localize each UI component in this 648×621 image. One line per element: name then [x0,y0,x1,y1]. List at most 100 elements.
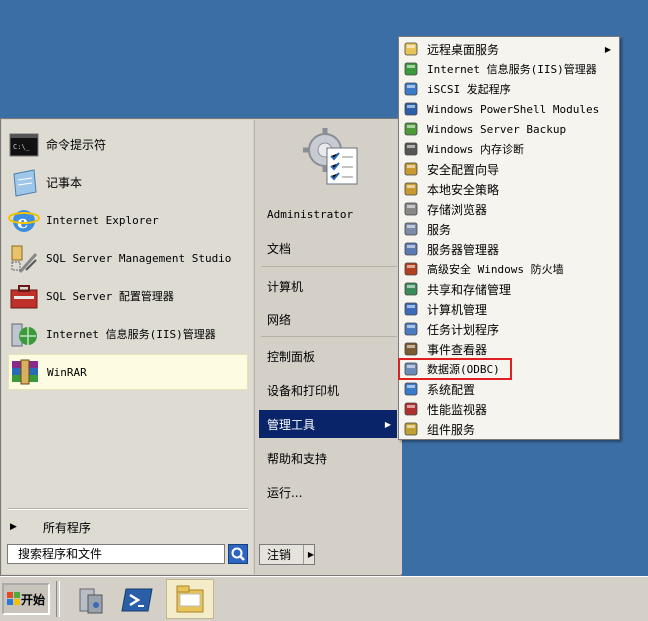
notepad-icon [8,166,40,198]
firewall-icon [403,261,419,277]
performance-monitor-icon [403,401,419,417]
server-manager-taskbar-icon[interactable] [72,581,108,617]
submenu-item[interactable]: 安全配置向导 [401,159,617,179]
submenu-item[interactable]: 数据源(ODBC) [401,359,617,379]
submenu-item[interactable]: iSCSI 发起程序 [401,79,617,99]
submenu-item-label: 任务计划程序 [427,322,500,337]
sql-management-studio-icon [8,242,40,274]
submenu-item-label: 共享和存储管理 [427,282,512,297]
submenu-item[interactable]: 远程桌面服务 ▶ [401,39,617,59]
submenu-item-label: 存储浏览器 [427,202,488,217]
pinned-item-label: Internet 信息服务(IIS)管理器 [46,328,216,341]
all-programs-button[interactable]: ▶ 所有程序 [10,518,240,536]
all-programs-label: 所有程序 [42,520,91,535]
submenu-item[interactable]: Internet 信息服务(IIS)管理器 [401,59,617,79]
submenu-item-label: 本地安全策略 [427,182,500,197]
submenu-item-label: 数据源(ODBC) [427,363,500,376]
search-button[interactable] [228,544,248,564]
place-label: 管理工具 [267,417,316,432]
submenu-item[interactable]: 性能监视器 [401,399,617,419]
triangle-right-icon: ▶ [384,419,391,429]
submenu-item[interactable]: 服务器管理器 [401,239,617,259]
explorer-taskbar-icon[interactable] [166,579,214,619]
folder-icon [403,41,419,57]
pinned-item-label: 命令提示符 [46,137,107,152]
windows-logo-icon [6,592,20,605]
pinned-item-cmd[interactable]: C:\_ 命令提示符 [8,126,248,162]
place-label: 文档 [267,241,292,256]
storage-explorer-icon [403,201,419,217]
submenu-item[interactable]: Windows 内存诊断 [401,139,617,159]
server-manager-icon [403,241,419,257]
submenu-item[interactable]: 本地安全策略 [401,179,617,199]
iis-manager-icon [8,318,40,350]
pinned-item-ssms[interactable]: SQL Server Management Studio [8,240,248,276]
event-viewer-icon [403,341,419,357]
submenu-item-label: 事件查看器 [427,342,488,357]
task-scheduler-icon [403,321,419,337]
logoff-button[interactable]: 注销 ▶ [259,544,315,565]
administrative-tools-picture-icon [299,126,361,188]
submenu-item[interactable]: 共享和存储管理 [401,279,617,299]
local-security-policy-icon [403,181,419,197]
start-menu: C:\_ 命令提示符 记事本 e Internet Explorer SQL S… [0,118,402,576]
taskbar-divider [56,581,60,617]
place-label: Administrator [267,207,354,221]
pinned-item-label: SQL Server Management Studio [46,251,232,265]
place-administrative-tools[interactable]: 管理工具 ▶ [259,410,397,438]
place-help-support[interactable]: 帮助和支持 [259,444,397,472]
place-control-panel[interactable]: 控制面板 [259,342,397,370]
submenu-item-label: 安全配置向导 [427,162,500,177]
iis-icon [403,61,419,77]
place-network[interactable]: 网络 [259,305,397,333]
submenu-item[interactable]: 存储浏览器 [401,199,617,219]
submenu-item-label: 组件服务 [427,422,476,437]
submenu-item-label: iSCSI 发起程序 [427,83,511,96]
place-label: 计算机 [267,279,304,294]
submenu-item-label: 计算机管理 [427,302,488,317]
start-button[interactable]: 开始 [2,583,50,615]
search-placeholder: 搜索程序和文件 [18,547,103,561]
backup-icon [403,121,419,137]
submenu-item[interactable]: 计算机管理 [401,299,617,319]
place-administrator[interactable]: Administrator [259,200,397,228]
submenu-item[interactable]: 事件查看器 [401,339,617,359]
pinned-item-sql-config[interactable]: SQL Server 配置管理器 [8,278,248,314]
place-computer[interactable]: 计算机 [259,272,397,300]
place-label: 控制面板 [267,349,316,364]
submenu-item[interactable]: 服务 [401,219,617,239]
pinned-item-ie[interactable]: e Internet Explorer [8,202,248,238]
pinned-item-label: Internet Explorer [46,213,159,227]
winrar-icon [9,356,41,388]
place-label: 帮助和支持 [267,451,328,466]
place-run[interactable]: 运行... [259,478,397,506]
submenu-item-label: 系统配置 [427,382,476,397]
component-services-icon [403,421,419,437]
place-documents[interactable]: 文档 [259,234,397,262]
logoff-label: 注销 [267,548,292,562]
powershell-icon [403,101,419,117]
odbc-icon [403,361,419,377]
submenu-item[interactable]: 高级安全 Windows 防火墙 [401,259,617,279]
submenu-item[interactable]: 系统配置 [401,379,617,399]
powershell-taskbar-icon[interactable] [120,581,156,617]
submenu-item[interactable]: 组件服务 [401,419,617,439]
command-prompt-icon: C:\_ [8,128,40,160]
pinned-item-iis[interactable]: Internet 信息服务(IIS)管理器 [8,316,248,352]
triangle-right-icon[interactable]: ▶ [302,545,314,564]
taskbar: 开始 [0,576,648,621]
submenu-item[interactable]: Windows PowerShell Modules [401,99,617,119]
place-devices-printers[interactable]: 设备和打印机 [259,376,397,404]
place-label: 网络 [267,312,292,327]
administrative-tools-submenu: 远程桌面服务 ▶ Internet 信息服务(IIS)管理器 iSCSI 发起程序 Wi… [398,36,620,440]
pinned-programs-panel: C:\_ 命令提示符 记事本 e Internet Explorer SQL S… [2,120,253,574]
submenu-item-label: Internet 信息服务(IIS)管理器 [427,63,597,76]
submenu-item[interactable]: Windows Server Backup [401,119,617,139]
triangle-right-icon: ▶ [10,522,17,532]
internet-explorer-icon: e [8,204,40,236]
submenu-item[interactable]: 任务计划程序 [401,319,617,339]
search-input[interactable]: 搜索程序和文件 [7,544,225,564]
pinned-item-notepad[interactable]: 记事本 [8,164,248,200]
pinned-item-winrar[interactable]: WinRAR [8,354,248,390]
places-panel: Administrator 文档 计算机 网络 控制面板 设备和打印机 管理工具… [254,120,402,574]
